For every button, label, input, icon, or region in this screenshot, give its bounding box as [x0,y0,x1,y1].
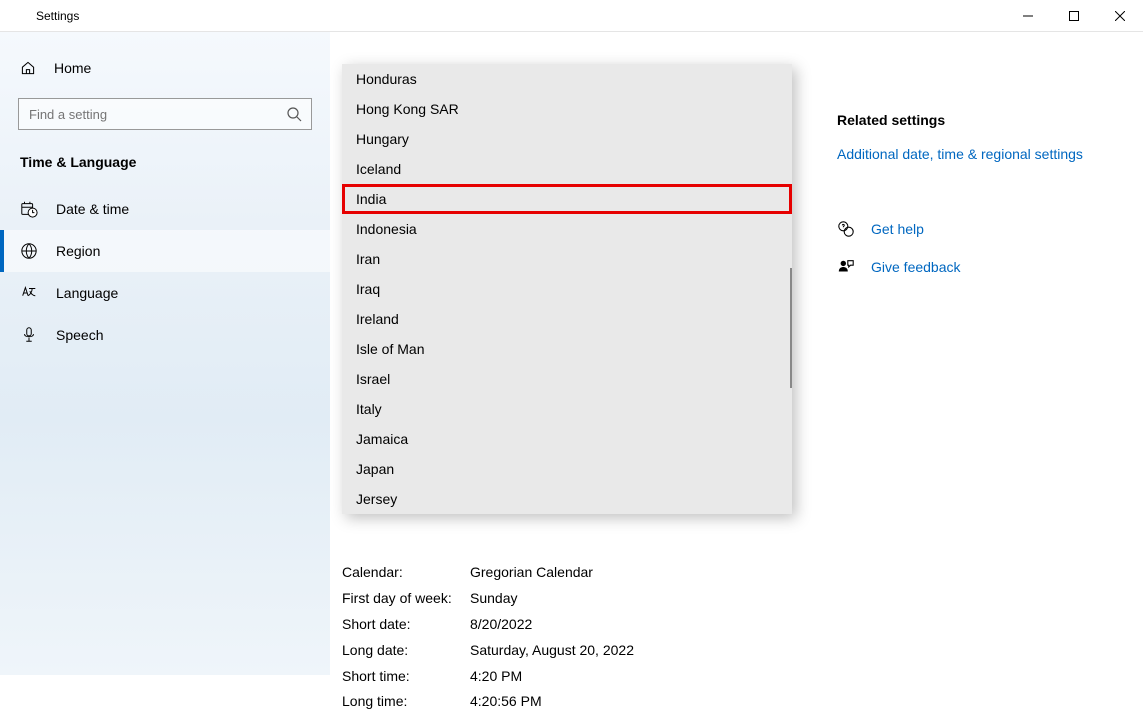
format-label: Long time: [342,689,470,715]
regional-format-table: Calendar:Gregorian CalendarFirst day of … [342,560,634,715]
maximize-button[interactable] [1051,0,1097,32]
region-option[interactable]: Indonesia [342,214,792,244]
format-row: First day of week:Sunday [342,586,634,612]
get-help-icon [837,220,855,238]
format-label: Short time: [342,664,470,690]
format-row: Short time:4:20 PM [342,664,634,690]
region-option[interactable]: Jersey [342,484,792,514]
format-row: Long time:4:20:56 PM [342,689,634,715]
scrollbar-thumb[interactable] [790,268,792,388]
main-content: HondurasHong Kong SARHungaryIcelandIndia… [330,32,813,675]
nav-date-time[interactable]: Date & time [0,188,330,230]
region-option[interactable]: Japan [342,454,792,484]
format-row: Long date:Saturday, August 20, 2022 [342,638,634,664]
window-title: Settings [36,9,79,23]
search-input[interactable] [18,98,312,130]
format-label: First day of week: [342,586,470,612]
language-icon [20,284,38,302]
minimize-button[interactable] [1005,0,1051,32]
format-label: Calendar: [342,560,470,586]
format-value: Saturday, August 20, 2022 [470,638,634,664]
format-label: Short date: [342,612,470,638]
title-bar: Settings [0,0,1143,32]
additional-settings-link[interactable]: Additional date, time & regional setting… [837,146,1119,162]
region-option[interactable]: Jamaica [342,424,792,454]
format-value: 8/20/2022 [470,612,532,638]
format-value: 4:20 PM [470,664,522,690]
nav-speech[interactable]: Speech [0,314,330,356]
home-nav[interactable]: Home [0,50,330,86]
search-icon [286,106,302,122]
region-option[interactable]: Israel [342,364,792,394]
region-dropdown[interactable]: HondurasHong Kong SARHungaryIcelandIndia… [342,64,792,514]
microphone-icon [20,326,38,344]
region-option[interactable]: Honduras [342,64,792,94]
format-label: Long date: [342,638,470,664]
nav-label: Region [56,243,100,259]
sidebar-section-title: Time & Language [0,148,330,188]
give-feedback-link[interactable]: Give feedback [871,259,961,275]
sidebar: Home Time & Language Date & time Region … [0,32,330,675]
get-help-link[interactable]: Get help [871,221,924,237]
region-option[interactable]: Iceland [342,154,792,184]
region-option[interactable]: Iraq [342,274,792,304]
format-value: 4:20:56 PM [470,689,542,715]
related-pane: Related settings Additional date, time &… [813,32,1143,675]
format-value: Sunday [470,586,517,612]
close-button[interactable] [1097,0,1143,32]
region-option[interactable]: Isle of Man [342,334,792,364]
region-option[interactable]: Ireland [342,304,792,334]
nav-label: Date & time [56,201,129,217]
feedback-icon [837,258,855,276]
nav-label: Speech [56,327,103,343]
region-option[interactable]: Hungary [342,124,792,154]
region-option[interactable]: Iran [342,244,792,274]
region-option[interactable]: Italy [342,394,792,424]
nav-language[interactable]: Language [0,272,330,314]
related-settings-heading: Related settings [837,112,1119,128]
region-option[interactable]: Hong Kong SAR [342,94,792,124]
region-option[interactable]: India [342,184,792,214]
home-label: Home [54,60,91,76]
nav-label: Language [56,285,118,301]
format-value: Gregorian Calendar [470,560,593,586]
format-row: Calendar:Gregorian Calendar [342,560,634,586]
format-row: Short date:8/20/2022 [342,612,634,638]
nav-region[interactable]: Region [0,230,330,272]
globe-icon [20,242,38,260]
calendar-clock-icon [20,200,38,218]
